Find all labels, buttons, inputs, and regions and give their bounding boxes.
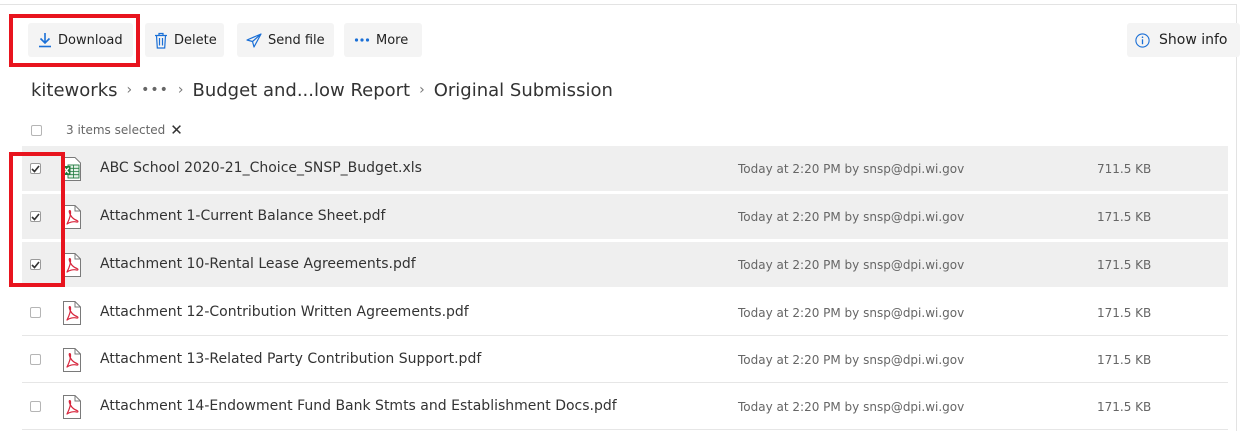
top-border — [0, 4, 1236, 5]
file-name[interactable]: Attachment 13-Related Party Contribution… — [100, 351, 481, 367]
file-size: 171.5 KB — [1097, 400, 1152, 414]
row-checkbox[interactable] — [30, 211, 41, 222]
more-button[interactable]: More — [344, 23, 422, 57]
send-icon — [246, 32, 262, 48]
file-row[interactable]: Attachment 13-Related Party Contribution… — [22, 337, 1228, 383]
close-icon[interactable]: ✕ — [170, 122, 183, 138]
row-checkbox[interactable] — [30, 401, 41, 412]
download-label: Download — [58, 32, 123, 48]
download-icon — [38, 32, 52, 48]
file-name[interactable]: Attachment 14-Endowment Fund Bank Stmts … — [100, 398, 617, 414]
trash-icon — [154, 32, 168, 49]
file-row[interactable]: Attachment 12-Contribution Written Agree… — [22, 290, 1228, 336]
chevron-right-icon: › — [177, 82, 184, 98]
chevron-right-icon: › — [126, 82, 133, 98]
chevron-right-icon: › — [419, 82, 425, 98]
file-modified: Today at 2:20 PM by snsp@dpi.wi.gov — [738, 210, 965, 224]
file-name[interactable]: Attachment 10-Rental Lease Agreements.pd… — [100, 256, 416, 272]
file-size: 171.5 KB — [1097, 210, 1152, 224]
right-border — [1236, 4, 1237, 431]
pdf-file-icon — [62, 253, 82, 277]
send-file-label: Send file — [268, 32, 325, 48]
send-file-button[interactable]: Send file — [237, 23, 334, 57]
pdf-file-icon — [62, 301, 82, 325]
more-label: More — [376, 32, 409, 48]
file-size: 171.5 KB — [1097, 353, 1152, 367]
row-checkbox[interactable] — [30, 307, 41, 318]
file-modified: Today at 2:20 PM by snsp@dpi.wi.gov — [738, 400, 965, 414]
show-info-button[interactable]: Show info — [1127, 23, 1240, 57]
select-all-checkbox[interactable] — [31, 124, 42, 136]
row-checkbox[interactable] — [30, 259, 41, 270]
breadcrumb-ellipsis-icon[interactable]: ••• — [141, 82, 169, 98]
file-name[interactable]: Attachment 1-Current Balance Sheet.pdf — [100, 208, 385, 224]
file-row[interactable]: ABC School 2020-21_Choice_SNSP_Budget.xl… — [22, 146, 1228, 192]
breadcrumb-current: Original Submission — [433, 79, 613, 101]
row-checkbox[interactable] — [30, 163, 41, 174]
breadcrumb-folder[interactable]: Budget and...low Report — [193, 80, 411, 101]
file-row[interactable]: Attachment 1-Current Balance Sheet.pdf To… — [22, 194, 1228, 240]
more-dots-icon — [354, 37, 370, 43]
file-row[interactable]: Attachment 14-Endowment Fund Bank Stmts … — [22, 384, 1228, 430]
file-modified: Today at 2:20 PM by snsp@dpi.wi.gov — [738, 306, 965, 320]
file-modified: Today at 2:20 PM by snsp@dpi.wi.gov — [738, 162, 965, 176]
file-modified: Today at 2:20 PM by snsp@dpi.wi.gov — [738, 353, 965, 367]
info-icon — [1135, 32, 1150, 48]
file-name[interactable]: Attachment 12-Contribution Written Agree… — [100, 304, 469, 320]
file-modified: Today at 2:20 PM by snsp@dpi.wi.gov — [738, 258, 965, 272]
delete-button[interactable]: Delete — [145, 23, 224, 57]
file-size: 171.5 KB — [1097, 258, 1152, 272]
excel-file-icon — [62, 157, 82, 181]
file-size: 711.5 KB — [1097, 162, 1152, 176]
selection-count: 3 items selected — [66, 123, 166, 137]
show-info-label: Show info — [1159, 32, 1228, 48]
row-checkbox[interactable] — [30, 354, 41, 365]
delete-label: Delete — [174, 32, 217, 48]
selection-bar: 3 items selected ✕ — [31, 121, 183, 139]
breadcrumb: kiteworks › ••• › Budget and...low Repor… — [31, 77, 613, 103]
file-row[interactable]: Attachment 10-Rental Lease Agreements.pd… — [22, 242, 1228, 288]
pdf-file-icon — [62, 395, 82, 419]
pdf-file-icon — [62, 205, 82, 229]
file-size: 171.5 KB — [1097, 306, 1152, 320]
file-name[interactable]: ABC School 2020-21_Choice_SNSP_Budget.xl… — [100, 160, 422, 176]
pdf-file-icon — [62, 348, 82, 372]
download-button[interactable]: Download — [28, 23, 133, 57]
breadcrumb-root[interactable]: kiteworks — [31, 80, 118, 101]
